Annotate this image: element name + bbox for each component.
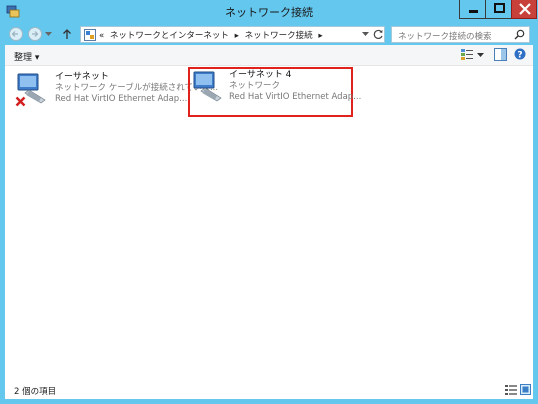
search-icon[interactable] <box>514 29 525 40</box>
change-view-icon[interactable] <box>460 48 474 61</box>
help-icon[interactable]: ? <box>514 48 526 60</box>
organize-menu[interactable]: 整理 ▾ <box>14 50 39 63</box>
item-count: 2 個の項目 <box>14 387 57 397</box>
window: ネットワーク接続 « ネットワークとインターネット ▸ ネットワーク接続 ▸ ネ… <box>0 0 538 404</box>
forward-arrow-icon <box>32 31 39 37</box>
breadcrumb-network-and-internet[interactable]: ネットワークとインターネット <box>110 31 229 41</box>
back-arrow-icon <box>11 31 18 37</box>
back-button[interactable] <box>9 27 23 41</box>
disconnected-x-icon <box>15 96 26 107</box>
connection-details: イーサネット 4 ネットワーク Red Hat VirtIO Ethernet … <box>229 70 361 103</box>
network-adapter-icon <box>193 71 222 102</box>
maximize-button[interactable] <box>485 0 512 19</box>
breadcrumb-network-connections[interactable]: ネットワーク接続 <box>245 31 313 41</box>
breadcrumb-separator[interactable]: ▸ <box>318 31 322 41</box>
breadcrumb-overflow[interactable]: « <box>99 31 104 41</box>
status-bar: 2 個の項目 <box>5 380 533 399</box>
connection-item-ethernet-4[interactable]: イーサネット 4 ネットワーク Red Hat VirtIO Ethernet … <box>188 67 361 117</box>
connection-item-ethernet[interactable]: イーサネット ネットワーク ケーブルが接続されていま... Red Hat Vi… <box>13 70 218 122</box>
address-dropdown-icon[interactable] <box>362 32 369 37</box>
preview-pane-icon[interactable] <box>494 48 507 61</box>
control-panel-icon <box>84 29 96 41</box>
up-arrow-icon[interactable] <box>62 28 72 40</box>
svg-text:?: ? <box>517 51 522 61</box>
refresh-icon[interactable] <box>373 29 384 40</box>
view-options-chevron-icon[interactable] <box>477 53 484 58</box>
forward-button[interactable] <box>28 27 42 41</box>
close-button[interactable] <box>511 0 537 19</box>
connection-status: ネットワーク <box>229 81 281 91</box>
connection-name: イーサネット 4 <box>229 70 292 80</box>
breadcrumb-separator[interactable]: ▸ <box>235 31 239 41</box>
recent-locations-chevron-icon[interactable] <box>45 32 52 37</box>
close-icon <box>519 3 531 15</box>
large-icons-view-icon[interactable] <box>520 384 531 395</box>
search-box[interactable]: ネットワーク接続の検索 <box>391 26 530 43</box>
details-view-icon[interactable] <box>505 384 517 395</box>
minimize-icon <box>469 10 478 13</box>
breadcrumb: « ネットワークとインターネット ▸ ネットワーク接続 ▸ <box>99 29 326 41</box>
address-bar[interactable]: « ネットワークとインターネット ▸ ネットワーク接続 ▸ <box>80 26 385 43</box>
navigation-bar: « ネットワークとインターネット ▸ ネットワーク接続 ▸ ネットワーク接続の検… <box>5 24 533 44</box>
connection-device: Red Hat VirtIO Ethernet Adap... <box>229 92 362 102</box>
content-pane: 整理 ▾ ? イーサネット ネットワーク ケーブルが接続されていま... Red… <box>5 45 533 399</box>
command-bar: 整理 ▾ ? <box>5 45 533 66</box>
minimize-button[interactable] <box>459 0 486 19</box>
title-bar[interactable]: ネットワーク接続 <box>0 0 538 24</box>
search-placeholder: ネットワーク接続の検索 <box>398 32 492 42</box>
maximize-icon <box>494 3 505 13</box>
window-title: ネットワーク接続 <box>225 6 313 19</box>
